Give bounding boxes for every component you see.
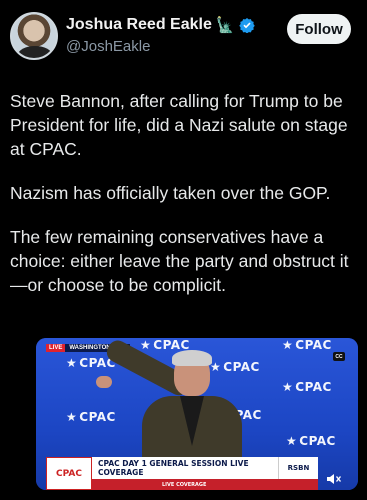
tweet-paragraph: Nazism has officially taken over the GOP… — [10, 183, 331, 203]
news-lower-third: CPAC CPAC DAY 1 GENERAL SESSION LIVE COV… — [46, 457, 318, 490]
tweet-text: Steve Bannon, after calling for Trump to… — [10, 89, 360, 317]
display-name[interactable]: Joshua Reed Eakle — [66, 16, 212, 34]
closed-captions-icon[interactable]: CC — [333, 352, 345, 361]
statue-of-liberty-icon: 🗽 — [215, 16, 235, 34]
tweet-header: Joshua Reed Eakle 🗽 @JoshEakle Follow — [0, 0, 367, 70]
tweet-paragraph: The few remaining conservatives have a c… — [10, 227, 349, 295]
tweet-paragraph: Steve Bannon, after calling for Trump to… — [10, 91, 348, 159]
video-player[interactable]: CPAC CPAC CPAC CPAC CPAC CPAC CPAC CPAC … — [36, 338, 358, 490]
avatar-shirt — [18, 46, 52, 58]
follow-button[interactable]: Follow — [287, 14, 351, 44]
hair — [172, 350, 212, 366]
lower-third-title: CPAC DAY 1 GENERAL SESSION LIVE COVERAGE — [92, 457, 278, 479]
lower-third-logo: CPAC — [46, 457, 92, 490]
backdrop-logo: CPAC — [286, 434, 336, 448]
live-badge: LIVE — [46, 344, 66, 352]
verified-badge-icon — [238, 18, 255, 33]
user-handle[interactable]: @JoshEakle — [66, 38, 150, 55]
avatar[interactable] — [10, 12, 58, 60]
speaker-muted-icon[interactable] — [326, 472, 342, 486]
backdrop-logo: CPAC — [282, 380, 332, 394]
hand — [96, 376, 112, 388]
backdrop-logo: CPAC — [66, 410, 116, 424]
lower-third-subtitle: LIVE COVERAGE — [92, 479, 318, 490]
network-logo: RSBN — [278, 457, 318, 479]
backdrop-logo: CPAC — [282, 338, 332, 352]
name-row: Joshua Reed Eakle 🗽 — [66, 16, 255, 34]
